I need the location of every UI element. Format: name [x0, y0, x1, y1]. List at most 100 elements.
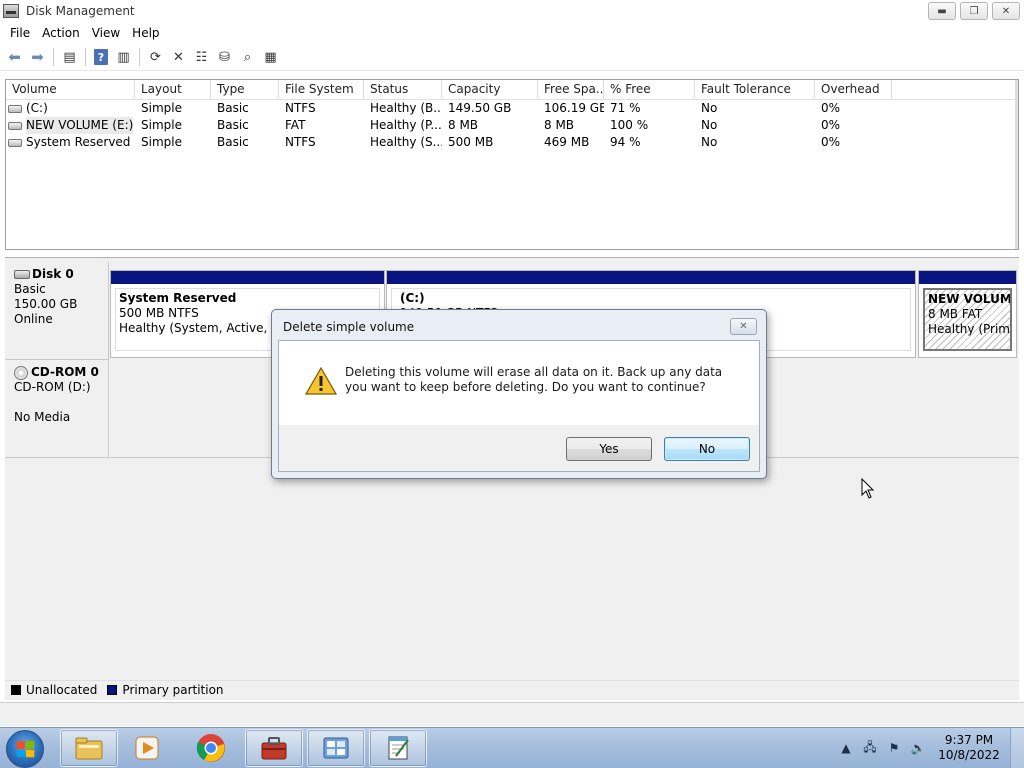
action-center-flag-icon[interactable]: ⚑ [886, 741, 902, 755]
properties-icon[interactable]: ☷ [191, 47, 212, 68]
menu-help[interactable]: Help [126, 26, 165, 40]
show-hide-action-pane-icon[interactable]: ▥ [113, 47, 134, 68]
disk-state: Online [14, 312, 53, 326]
volume-percent-free: 94 % [610, 135, 641, 149]
rescan-disks-icon[interactable]: ▦ [260, 47, 281, 68]
menu-file[interactable]: File [4, 26, 36, 40]
show-hide-console-tree-icon[interactable]: ▤ [59, 47, 80, 68]
dialog-close-button[interactable]: ✕ [730, 318, 757, 335]
legend-swatch [11, 684, 21, 695]
table-row[interactable]: System Reserved Simple Basic NTFS Health… [6, 134, 1018, 151]
minimize-button[interactable]: ▬ [928, 2, 956, 20]
column-header-percent-free[interactable]: % Free [604, 80, 695, 99]
partition-new-volume[interactable]: NEW VOLUME 8 MB FAT Healthy (Primar [918, 270, 1017, 358]
title-bar: Disk Management ▬ ❐ ✕ [0, 0, 1024, 22]
volume-layout: Simple [141, 135, 182, 149]
menu-view[interactable]: View [86, 26, 126, 40]
column-header-status[interactable]: Status [364, 80, 442, 99]
volume-capacity: 500 MB [448, 135, 494, 149]
disk-name: Disk 0 [32, 267, 74, 281]
column-header-file-system[interactable]: File System [279, 80, 364, 99]
volume-fault-tolerance: No [701, 135, 718, 149]
toolbar-separator [85, 48, 86, 66]
volume-percent-free: 100 % [610, 118, 649, 132]
volume-speaker-icon[interactable]: 🔈 [910, 741, 926, 755]
volume-status: Healthy (P... [370, 118, 442, 132]
column-header-layout[interactable]: Layout [135, 80, 211, 99]
taskbar-chrome[interactable] [182, 729, 240, 767]
volume-status: Healthy (B... [370, 101, 442, 115]
volume-file-system: FAT [285, 118, 306, 132]
volume-overhead: 0% [821, 101, 841, 115]
cdrom-name: CD-ROM 0 [31, 365, 99, 379]
explorer-icon [75, 737, 103, 760]
help-icon[interactable]: ? [94, 49, 108, 65]
volume-capacity: 8 MB [448, 118, 479, 132]
no-button[interactable]: No [664, 437, 750, 461]
column-header-capacity[interactable]: Capacity [442, 80, 538, 99]
volume-name: (C:) [26, 101, 48, 115]
taskbar-notepad[interactable] [369, 729, 427, 767]
status-bar [0, 702, 1024, 726]
disk-info-cdrom-0[interactable]: CD-ROM 0 CD-ROM (D:) No Media [5, 360, 109, 458]
delete-volume-dialog: Delete simple volume ✕ Deleting this vol… [271, 309, 767, 479]
menu-action[interactable]: Action [36, 26, 86, 40]
menu-bar: File Action View Help [0, 22, 1024, 43]
primary-partition-bar [919, 271, 1016, 284]
refresh-icon[interactable]: ⟳ [145, 47, 166, 68]
drive-icon [8, 121, 22, 130]
clock[interactable]: 9:37 PM 10/8/2022 [934, 733, 1004, 763]
network-icon[interactable]: 🖧 [862, 740, 878, 755]
volume-status: Healthy (S... [370, 135, 442, 149]
volume-free-space: 8 MB [544, 118, 575, 132]
open-folder-icon[interactable]: ⛁ [214, 47, 235, 68]
chrome-icon [196, 734, 225, 762]
volume-fault-tolerance: No [701, 118, 718, 132]
taskbar-media-player[interactable] [118, 729, 176, 767]
delete-icon[interactable]: ✕ [168, 47, 189, 68]
partition-status: Healthy (Primar [928, 322, 1010, 336]
windows-logo-icon [16, 740, 35, 758]
primary-partition-bar [387, 271, 915, 284]
dialog-title: Delete simple volume [283, 320, 415, 334]
legend: Unallocated Primary partition [5, 680, 1019, 698]
column-header-volume[interactable]: Volume [6, 80, 135, 99]
toolbar-separator [139, 48, 140, 66]
disk-size: 150.00 GB [14, 297, 78, 311]
legend-item-primary-partition: Primary partition [107, 683, 224, 697]
volume-fault-tolerance: No [701, 101, 718, 115]
taskbar-toolbox[interactable] [245, 729, 303, 767]
start-button[interactable] [6, 730, 44, 768]
forward-arrow-icon[interactable]: ➡ [27, 47, 48, 68]
taskbar-explorer[interactable] [60, 729, 118, 767]
taskbar: ▲ 🖧 ⚑ 🔈 9:37 PM 10/8/2022 [0, 727, 1024, 768]
show-desktop-button[interactable] [1010, 728, 1024, 768]
column-header-type[interactable]: Type [211, 80, 279, 99]
partition-size: 8 MB FAT [928, 307, 983, 321]
table-row[interactable]: NEW VOLUME (E:) Simple Basic FAT Healthy… [6, 117, 1018, 134]
disk-info-disk-0[interactable]: Disk 0 Basic 150.00 GB Online [5, 262, 109, 360]
volume-layout: Simple [141, 118, 182, 132]
partition-name: NEW VOLUME [928, 292, 1012, 306]
volume-type: Basic [217, 101, 249, 115]
restore-button[interactable]: ❐ [960, 2, 988, 20]
column-header-overhead[interactable]: Overhead [815, 80, 892, 99]
volume-list-scrollbar[interactable] [1015, 80, 1018, 249]
explore-search-icon[interactable]: ⌕ [237, 47, 258, 68]
dialog-message: Deleting this volume will erase all data… [345, 365, 723, 394]
table-row[interactable]: (C:) Simple Basic NTFS Healthy (B... 149… [6, 100, 1018, 117]
taskbar-control-panel[interactable] [307, 729, 365, 767]
back-arrow-icon[interactable]: ⬅ [4, 47, 25, 68]
show-hidden-icons-icon[interactable]: ▲ [838, 741, 854, 755]
volume-percent-free: 71 % [610, 101, 641, 115]
volume-file-system: NTFS [285, 101, 316, 115]
media-player-icon [135, 736, 159, 760]
close-button[interactable]: ✕ [992, 2, 1020, 20]
legend-label: Unallocated [26, 682, 98, 697]
column-header-free-space[interactable]: Free Spa... [538, 80, 604, 99]
disk-management-icon [3, 4, 19, 18]
column-header-fault-tolerance[interactable]: Fault Tolerance [695, 80, 815, 99]
clock-date: 10/8/2022 [938, 748, 1000, 762]
partition-name: (C:) [400, 291, 425, 305]
yes-button[interactable]: Yes [566, 437, 652, 461]
